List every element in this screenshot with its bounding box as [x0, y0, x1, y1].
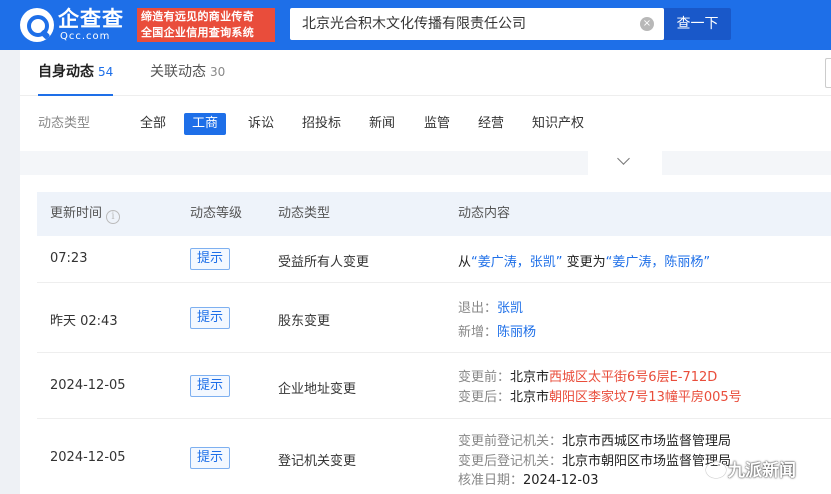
clear-icon[interactable]: ×	[640, 17, 654, 31]
new-owners-link[interactable]: “姜广涛，陈丽杨”	[606, 255, 710, 270]
exit-shareholder-link[interactable]: 张凯	[497, 301, 523, 316]
filter-chip-business[interactable]: 工商	[184, 113, 227, 135]
weibo-icon	[706, 462, 726, 478]
filter-row: 动态类型 全部 工商 诉讼 招投标 新闻 监管 经营 知识产权	[20, 106, 831, 142]
logo-domain: Qcc.com	[60, 31, 111, 42]
tab-count: 54	[98, 65, 114, 79]
row-time: 07:23	[50, 251, 88, 266]
after-authority-line: 变更后登记机关：北京市朝阳区市场监督管理局	[458, 454, 732, 469]
level-badge: 提示	[190, 447, 231, 469]
tab-bar: 自身动态 54 关联动态 30	[20, 50, 831, 96]
row-time: 昨天 02:43	[50, 314, 118, 329]
table-row: 2024-12-05 提示 企业地址变更 变更前：北京市西城区太平街6号6层E-…	[37, 353, 831, 419]
row-type: 股东变更	[278, 314, 331, 329]
chevron-down-icon	[617, 152, 630, 165]
expand-strip	[20, 151, 831, 175]
dynamics-card: 自身动态 54 关联动态 30 动态类型 全部 工商 诉讼 招投标 新闻 监管 经营…	[20, 50, 831, 494]
filter-chip-all[interactable]: 全部	[132, 113, 174, 135]
row-type: 企业地址变更	[278, 382, 357, 397]
row-time: 2024-12-05	[50, 450, 126, 465]
old-owners-link[interactable]: “姜广涛，张凯”	[471, 255, 562, 270]
exit-line: 退出：张凯	[458, 301, 524, 316]
search-input-value: 北京光合积木文化传播有限责任公司	[302, 16, 526, 32]
search-button[interactable]: 查一下	[664, 8, 731, 40]
level-badge: 提示	[190, 375, 231, 397]
before-authority-line: 变更前登记机关：北京市西城区市场监督管理局	[458, 434, 732, 449]
tab-label: 自身动态	[38, 64, 94, 80]
filter-chip-litigation[interactable]: 诉讼	[240, 113, 282, 135]
filter-chip-ip[interactable]: 知识产权	[524, 113, 592, 135]
header-update-time: 更新时间 i	[50, 192, 121, 236]
after-address-line: 变更后：北京市朝阳区李家坟7号13幢平房005号	[458, 390, 742, 405]
filter-chip-operation[interactable]: 经营	[470, 113, 512, 135]
tab-count: 30	[210, 65, 226, 79]
row-content: 从“姜广涛，张凯” 变更为“姜广涛，陈丽杨”	[458, 255, 711, 270]
filter-chip-news[interactable]: 新闻	[361, 113, 403, 135]
tab-label: 关联动态	[150, 64, 206, 80]
table-row: 昨天 02:43 提示 股东变更 退出：张凯 新增：陈丽杨	[37, 283, 831, 353]
header-level: 动态等级	[190, 206, 243, 221]
slogan-line-2: 全国企业信用查询系统	[141, 26, 254, 39]
header-content: 动态内容	[458, 206, 511, 221]
add-line: 新增：陈丽杨	[458, 325, 537, 340]
filter-chip-regulation[interactable]: 监管	[416, 113, 458, 135]
header-type: 动态类型	[278, 206, 331, 221]
top-header: 企查查 Qcc.com 缔造有远见的商业传奇 全国企业信用查询系统 北京光合积木…	[0, 0, 831, 50]
search-input[interactable]: 北京光合积木文化传播有限责任公司 ×	[290, 8, 664, 40]
side-panel-toggle[interactable]	[825, 58, 831, 88]
tab-related-dynamics[interactable]: 关联动态 30	[150, 50, 225, 96]
row-type: 受益所有人变更	[278, 255, 370, 270]
expand-toggle[interactable]	[588, 151, 662, 175]
qcc-logo[interactable]: 企查查 Qcc.com	[20, 6, 132, 44]
logo-text: 企查查	[58, 7, 124, 31]
slogan-line-1: 缔造有远见的商业传奇	[141, 10, 254, 23]
level-badge: 提示	[190, 248, 231, 270]
new-shareholder-link[interactable]: 陈丽杨	[497, 325, 536, 340]
watermark-text: 九派新闻	[728, 461, 796, 481]
table-row: 07:23 提示 受益所有人变更 从“姜广涛，张凯” 变更为“姜广涛，陈丽杨”	[37, 236, 831, 283]
before-address-line: 变更前：北京市西城区太平街6号6层E-712D	[458, 370, 718, 385]
approval-date-line: 核准日期：2024-12-03	[458, 473, 599, 488]
level-badge: 提示	[190, 307, 231, 329]
row-time: 2024-12-05	[50, 378, 126, 393]
table-header: 更新时间 i 动态等级 动态类型 动态内容	[37, 192, 831, 236]
magnifier-logo-icon	[20, 8, 54, 42]
watermark: 九派新闻	[706, 456, 831, 486]
info-icon[interactable]: i	[106, 210, 121, 224]
tab-self-dynamics[interactable]: 自身动态 54	[38, 50, 114, 96]
row-type: 登记机关变更	[278, 454, 357, 469]
filter-chip-bidding[interactable]: 招投标	[294, 113, 349, 135]
filter-label: 动态类型	[38, 116, 91, 131]
slogan-banner: 缔造有远见的商业传奇 全国企业信用查询系统	[137, 8, 275, 42]
